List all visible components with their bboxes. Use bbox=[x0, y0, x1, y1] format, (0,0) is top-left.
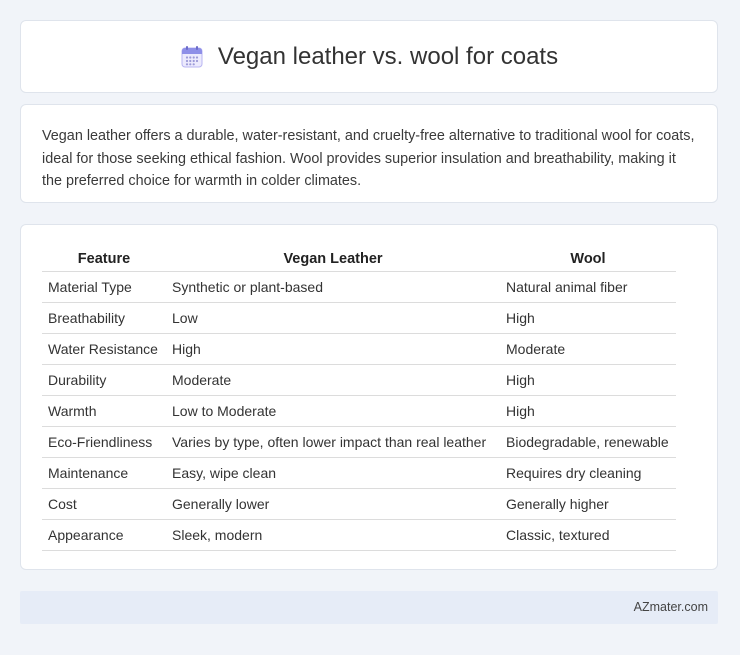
wool-cell: High bbox=[500, 364, 676, 396]
title-wrap: Vegan leather vs. wool for coats bbox=[180, 43, 558, 71]
wool-cell: Natural animal fiber bbox=[500, 271, 676, 303]
wool-cell: Biodegradable, renewable bbox=[500, 426, 676, 458]
wool-cell: Generally higher bbox=[500, 488, 676, 520]
title-card: Vegan leather vs. wool for coats bbox=[20, 20, 718, 93]
table-row: Warmth Low to Moderate High bbox=[42, 395, 676, 427]
wool-cell: High bbox=[500, 395, 676, 427]
feature-cell: Warmth bbox=[42, 395, 166, 427]
page-title: Vegan leather vs. wool for coats bbox=[217, 42, 559, 70]
vegan-leather-cell: Moderate bbox=[166, 364, 500, 396]
feature-cell: Eco-Friendliness bbox=[42, 426, 166, 458]
table-row: Material Type Synthetic or plant-based N… bbox=[42, 271, 676, 303]
table-row: Maintenance Easy, wipe clean Requires dr… bbox=[42, 457, 676, 489]
summary-card: Vegan leather offers a durable, water-re… bbox=[20, 104, 718, 203]
vegan-leather-cell: Easy, wipe clean bbox=[166, 457, 500, 489]
calendar-icon bbox=[181, 45, 203, 67]
wool-cell: Moderate bbox=[500, 333, 676, 365]
vegan-leather-cell: Low to Moderate bbox=[166, 395, 500, 427]
feature-cell: Appearance bbox=[42, 519, 166, 551]
table-row: Water Resistance High Moderate bbox=[42, 333, 676, 365]
wool-cell: High bbox=[500, 302, 676, 334]
table-row: Eco-Friendliness Varies by type, often l… bbox=[42, 426, 676, 458]
table-row: Breathability Low High bbox=[42, 302, 676, 334]
table-row: Durability Moderate High bbox=[42, 364, 676, 396]
vegan-leather-cell: Generally lower bbox=[166, 488, 500, 520]
feature-cell: Maintenance bbox=[42, 457, 166, 489]
summary-text: Vegan leather offers a durable, water-re… bbox=[42, 128, 695, 189]
wool-cell: Requires dry cleaning bbox=[500, 457, 676, 489]
comparison-card: Feature Vegan Leather Wool Material Type… bbox=[20, 224, 718, 570]
table-row: Appearance Sleek, modern Classic, textur… bbox=[42, 519, 676, 551]
feature-cell: Breathability bbox=[42, 302, 166, 334]
table-row: Cost Generally lower Generally higher bbox=[42, 488, 676, 520]
feature-cell: Cost bbox=[42, 488, 166, 520]
feature-cell: Durability bbox=[42, 364, 166, 396]
footer-bar: AZmater.com bbox=[20, 591, 718, 624]
header-vegan-leather: Vegan Leather bbox=[166, 247, 500, 272]
feature-cell: Material Type bbox=[42, 271, 166, 303]
comparison-table: Feature Vegan Leather Wool Material Type… bbox=[42, 247, 676, 551]
footer-site-link[interactable]: AZmater.com bbox=[634, 600, 708, 614]
vegan-leather-cell: High bbox=[166, 333, 500, 365]
header-wool: Wool bbox=[500, 247, 676, 272]
feature-cell: Water Resistance bbox=[42, 333, 166, 365]
vegan-leather-cell: Synthetic or plant-based bbox=[166, 271, 500, 303]
vegan-leather-cell: Sleek, modern bbox=[166, 519, 500, 551]
header-feature: Feature bbox=[42, 247, 166, 272]
vegan-leather-cell: Varies by type, often lower impact than … bbox=[166, 426, 500, 458]
table-header-row: Feature Vegan Leather Wool bbox=[42, 247, 676, 272]
vegan-leather-cell: Low bbox=[166, 302, 500, 334]
wool-cell: Classic, textured bbox=[500, 519, 676, 551]
